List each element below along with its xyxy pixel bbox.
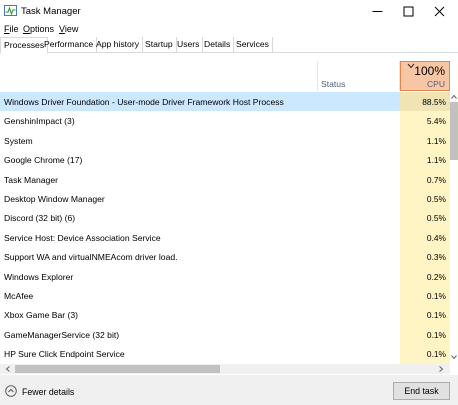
task-manager-icon [4, 5, 17, 16]
cpu-cell: 0.5% [400, 189, 450, 209]
cpu-cell: 88.5% [400, 92, 450, 112]
scroll-left-icon[interactable] [5, 366, 11, 372]
menu-bar: File Options View [0, 22, 458, 36]
cpu-value: 5.4% [426, 116, 446, 127]
column-header-name[interactable] [0, 61, 318, 91]
process-name: McAfee [4, 291, 34, 301]
cpu-cell: 0.3% [400, 247, 450, 267]
process-row[interactable]: Task Manager 0.7% [0, 169, 450, 189]
cpu-value: 88.5% [422, 97, 446, 107]
cpu-cell: 1.1% [400, 130, 450, 151]
tab-bar: Processes Performance App history Startu… [0, 37, 458, 54]
vertical-scroll-thumb[interactable] [450, 102, 458, 160]
end-task-button[interactable]: End task [393, 382, 450, 400]
process-name: HP Sure Click Endpoint Service [4, 349, 125, 360]
process-row[interactable]: Windows Explorer 0.2% [0, 266, 450, 286]
title-bar: Task Manager [0, 0, 458, 22]
process-name: Support WA and virtualNMEAcom driver loa… [4, 252, 178, 263]
process-name: Desktop Window Manager [4, 194, 105, 204]
vertical-scrollbar[interactable] [450, 92, 458, 364]
maximize-button[interactable] [393, 0, 424, 22]
cpu-value: 0.3% [426, 252, 446, 263]
cpu-cell: 0.1% [400, 344, 450, 364]
horizontal-scroll-thumb[interactable] [15, 365, 220, 373]
close-button[interactable] [424, 0, 455, 22]
cpu-value: 1.1% [426, 155, 446, 166]
tab-details[interactable]: Details [201, 37, 235, 53]
process-name: GenshinImpact (3) [4, 116, 75, 127]
minimize-icon [372, 10, 383, 12]
process-name: GameManagerService (32 bit) [4, 329, 120, 340]
process-row[interactable]: HP Sure Click Endpoint Service 0.1% [0, 344, 450, 364]
menu-view[interactable]: View [59, 24, 78, 34]
collapse-chevron-icon[interactable] [5, 385, 17, 397]
tab-app-history[interactable]: App history [93, 37, 143, 53]
tab-startup[interactable]: Startup [142, 37, 177, 53]
cpu-header-label: CPU [427, 79, 445, 89]
process-name: Xbox Game Bar (3) [4, 310, 79, 321]
scroll-up-icon[interactable] [451, 94, 457, 100]
process-row[interactable]: Service Host: Device Association Service… [0, 227, 450, 248]
process-row[interactable]: McAfee 0.1% [0, 286, 450, 306]
cpu-value: 0.1% [426, 349, 446, 360]
cpu-value: 0.5% [426, 194, 446, 204]
scroll-right-icon[interactable] [438, 366, 444, 372]
process-list: Windows Driver Foundation - User-mode Dr… [0, 92, 458, 364]
cpu-value: 0.2% [426, 271, 446, 282]
column-header-status[interactable]: Status [318, 61, 400, 91]
cpu-cell: 0.5% [400, 208, 450, 228]
cpu-value: 0.5% [426, 213, 446, 224]
window-title: Task Manager [21, 6, 81, 17]
fewer-details-link[interactable]: Fewer details [22, 387, 74, 397]
cpu-value: 0.1% [426, 310, 446, 321]
process-name: Service Host: Device Association Service [4, 232, 161, 243]
process-row[interactable]: Google Chrome (17) 1.1% [0, 150, 450, 170]
maximize-icon [403, 6, 414, 16]
cpu-cell: 0.1% [400, 305, 450, 325]
process-name: Windows Explorer [4, 271, 74, 282]
tab-services[interactable]: Services [233, 37, 273, 53]
status-header-label: Status [321, 79, 346, 89]
tab-users[interactable]: Users [174, 37, 204, 53]
process-name: Google Chrome (17) [4, 155, 83, 166]
close-icon [434, 6, 445, 16]
scroll-down-icon[interactable] [451, 354, 457, 360]
tab-performance[interactable]: Performance [41, 37, 98, 53]
menu-options[interactable]: Options [23, 24, 54, 34]
cpu-cell: 5.4% [400, 111, 450, 131]
process-row[interactable]: Support WA and virtualNMEAcom driver loa… [0, 247, 450, 267]
process-row[interactable]: System 1.1% [0, 130, 450, 151]
minimize-button[interactable] [362, 0, 393, 22]
process-row[interactable]: Discord (32 bit) (6) 0.5% [0, 208, 450, 228]
cpu-cell: 0.4% [400, 227, 450, 248]
process-row[interactable]: GameManagerService (32 bit) 0.1% [0, 324, 450, 345]
process-name: Task Manager [4, 174, 58, 185]
cpu-value: 0.1% [426, 329, 446, 340]
footer-bar: Fewer details End task [0, 375, 458, 405]
process-name: Windows Driver Foundation - User-mode Dr… [4, 97, 284, 107]
menu-file[interactable]: File [4, 24, 19, 34]
process-row[interactable]: Windows Driver Foundation - User-mode Dr… [0, 92, 450, 112]
cpu-cell: 0.1% [400, 286, 450, 306]
cpu-value: 0.7% [426, 174, 446, 185]
cpu-total: 100% [414, 64, 445, 78]
column-header-cpu[interactable]: 100% CPU [400, 61, 450, 91]
cpu-value: 1.1% [426, 135, 446, 146]
cpu-cell: 0.7% [400, 169, 450, 189]
cpu-value: 0.1% [426, 291, 446, 301]
process-row[interactable]: Desktop Window Manager 0.5% [0, 189, 450, 209]
process-name: Discord (32 bit) (6) [4, 213, 76, 224]
cpu-cell: 0.2% [400, 266, 450, 286]
cpu-value: 0.4% [426, 232, 446, 243]
process-row[interactable]: Xbox Game Bar (3) 0.1% [0, 305, 450, 325]
process-name: System [4, 135, 33, 146]
process-row[interactable]: GenshinImpact (3) 5.4% [0, 111, 450, 131]
horizontal-scrollbar[interactable] [0, 364, 450, 374]
cpu-cell: 0.1% [400, 324, 450, 345]
cpu-cell: 1.1% [400, 150, 450, 170]
